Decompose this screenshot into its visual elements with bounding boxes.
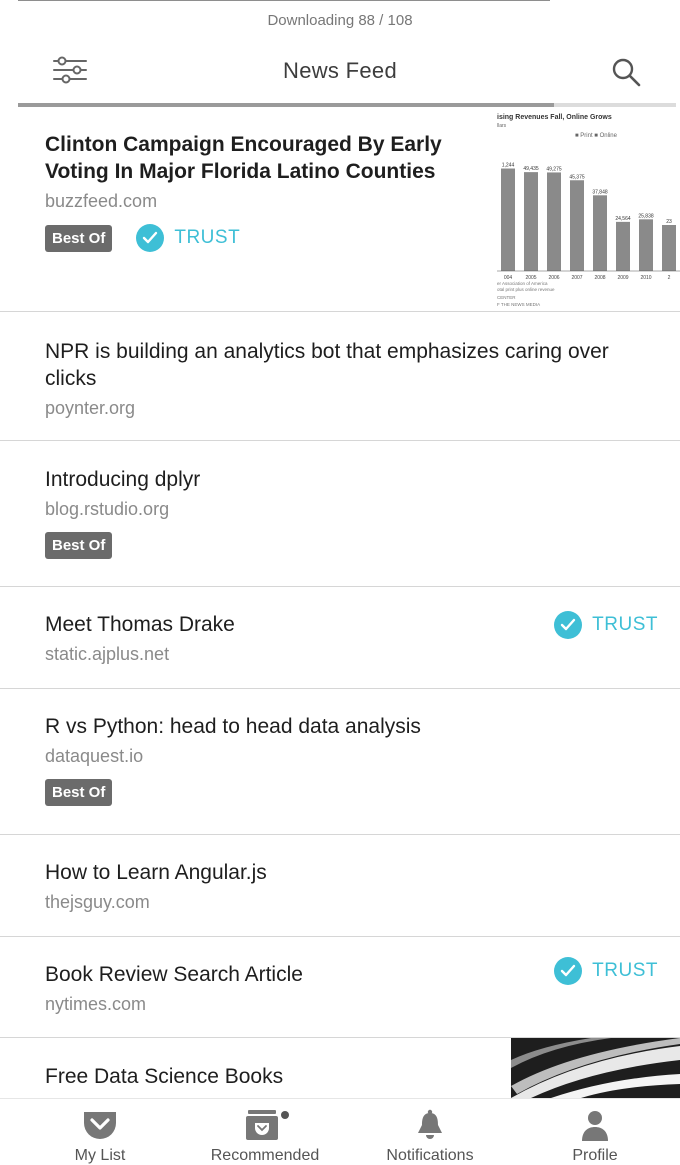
list-item[interactable]: How to Learn Angular.js thejsguy.com [0, 835, 680, 937]
best-of-badge: Best Of [45, 779, 113, 806]
list-item[interactable]: Clinton Campaign Encouraged By Early Vot… [0, 107, 680, 312]
thumbnail-bar [547, 172, 561, 271]
article-source: buzzfeed.com [45, 191, 158, 211]
thumbnail-bar-label: 45,375 [569, 174, 585, 180]
thumbnail-bar-label: 49,275 [546, 166, 562, 172]
thumbnail-year-label: 2009 [617, 275, 628, 281]
thumbnail-bar [524, 172, 538, 271]
thumbnail-bar [570, 180, 584, 271]
thumbnail-year-label: 2008 [594, 275, 605, 281]
download-status: Downloading 88 / 108 [267, 12, 413, 29]
trust-label: TRUST [592, 614, 658, 635]
thumbnail-note: F THE NEWS MEDIA [497, 302, 541, 307]
nav-label: Profile [572, 1147, 618, 1164]
thumbnail-bar [639, 219, 653, 271]
thumbnail-bar-label: 37,848 [592, 189, 608, 195]
list-item[interactable]: Meet Thomas Drake static.ajplus.net TRUS… [0, 587, 680, 689]
search-icon [612, 58, 641, 87]
trust-label: TRUST [174, 227, 241, 248]
thumbnail-note: CENTER [497, 295, 516, 300]
trust-badge: TRUST [136, 224, 240, 252]
thumbnail-year-label: 2 [668, 275, 671, 281]
trust-badge: TRUST [554, 611, 658, 639]
article-source: dataquest.io [45, 746, 144, 766]
list-item[interactable]: NPR is building an analytics bot that em… [0, 312, 680, 441]
trust-label: TRUST [592, 960, 658, 981]
nav-recommended[interactable]: Recommended [180, 1109, 350, 1165]
thumbnail-bar-label: 25,838 [638, 213, 654, 219]
thumbnail-bar-label: 23 [666, 219, 672, 225]
article-source: thejsguy.com [45, 892, 150, 912]
article-thumbnail[interactable] [511, 1038, 680, 1098]
profile-icon [582, 1111, 608, 1141]
thumbnail-bar-label: 49,435 [523, 166, 539, 172]
app-header: News Feed [0, 40, 680, 102]
checkmark-icon [136, 224, 165, 252]
thumbnail-bar-label: 24,564 [615, 216, 631, 222]
article-headline[interactable]: Free Data Science Books [45, 1063, 485, 1090]
nav-label: Notifications [386, 1147, 474, 1164]
list-item[interactable]: Free Data Science Books [0, 1038, 680, 1098]
best-of-badge: Best Of [45, 224, 113, 252]
pocket-icon [84, 1112, 116, 1139]
article-headline[interactable]: NPR is building an analytics bot that em… [45, 338, 635, 392]
nav-profile[interactable]: Profile [510, 1109, 680, 1165]
thumbnail-bar [501, 168, 515, 271]
article-headline[interactable]: Meet Thomas Drake [45, 611, 525, 638]
best-of-badge: Best Of [45, 532, 113, 559]
article-headline[interactable]: Introducing dplyr [45, 466, 635, 493]
article-thumbnail[interactable]: ising Revenues Fall, Online Grows llars … [497, 111, 680, 311]
thumbnail-bar [593, 195, 607, 271]
checkmark-icon [554, 611, 583, 639]
nav-notifications[interactable]: Notifications [345, 1109, 515, 1165]
thumbnail-bar-label: 1,244 [502, 163, 515, 169]
page-title: News Feed [283, 58, 397, 83]
nav-label: My List [74, 1147, 126, 1164]
thumbnail-note: otal print plus online revenue [497, 287, 555, 292]
bell-icon [418, 1109, 442, 1139]
nav-label: Recommended [210, 1147, 320, 1164]
checkmark-icon [554, 957, 583, 985]
article-headline[interactable]: R vs Python: head to head data analysis [45, 713, 635, 740]
thumbnail-note: er Association of America [497, 281, 548, 286]
thumbnail-year-label: 2007 [571, 275, 582, 281]
search-button[interactable] [608, 54, 644, 90]
list-item[interactable]: Introducing dplyr blog.rstudio.org Best … [0, 441, 680, 587]
download-progress-line [18, 0, 550, 12]
article-headline[interactable]: How to Learn Angular.js [45, 859, 635, 886]
bottom-nav: My List Recommended Notifications Profil… [0, 1098, 680, 1165]
thumbnail-bar [616, 221, 630, 271]
list-item[interactable]: R vs Python: head to head data analysis … [0, 689, 680, 835]
thumbnail-year-label: 2006 [548, 275, 559, 281]
thumbnail-bar [662, 225, 676, 271]
article-source: nytimes.com [45, 994, 147, 1014]
recommended-icon [246, 1110, 289, 1140]
article-source: blog.rstudio.org [45, 499, 170, 519]
thumbnail-year-label: 2010 [640, 275, 651, 281]
article-headline[interactable]: Clinton Campaign Encouraged By Early Vot… [45, 131, 485, 185]
article-source: static.ajplus.net [45, 644, 170, 664]
list-item[interactable]: Book Review Search Article nytimes.com T… [0, 937, 680, 1038]
article-headline[interactable]: Book Review Search Article [45, 961, 525, 988]
book-pages-image [511, 1038, 680, 1098]
nav-my-list[interactable]: My List [15, 1109, 185, 1165]
article-source: poynter.org [45, 398, 136, 418]
trust-badge: TRUST [554, 957, 658, 985]
